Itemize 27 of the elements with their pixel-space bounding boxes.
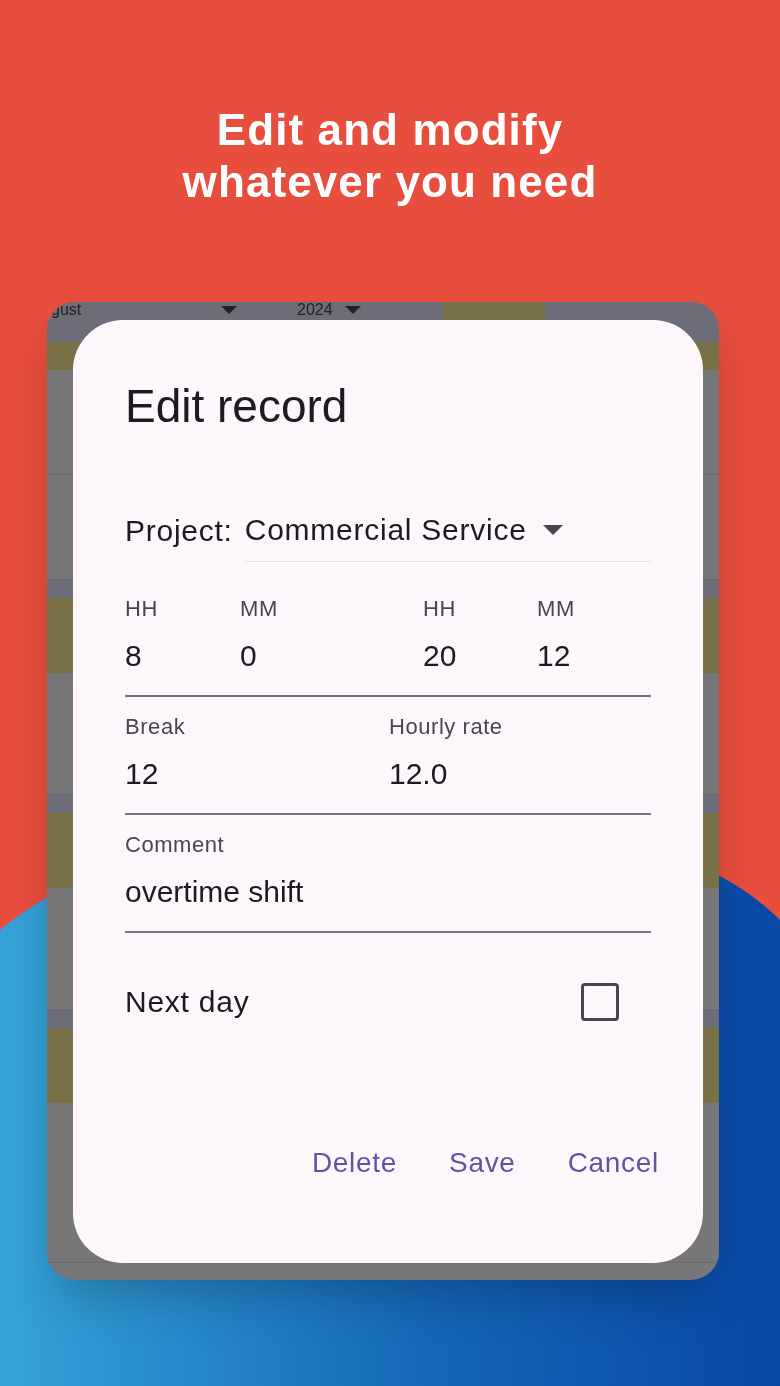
dialog-title: Edit record	[125, 379, 349, 434]
next-day-checkbox[interactable]	[581, 982, 619, 1021]
field-value[interactable]: 8	[125, 637, 240, 675]
field-value[interactable]: overtime shift	[125, 873, 525, 911]
field-label: Hourly rate	[389, 713, 504, 741]
caret-icon	[542, 524, 563, 535]
headline: Edit and modify	[216, 104, 564, 156]
caret-icon	[344, 306, 361, 314]
field-label: HH	[125, 595, 159, 623]
caret-icon	[221, 306, 237, 314]
project-label: Project:	[125, 512, 233, 549]
next-day-label: Next day	[125, 984, 250, 1020]
field-value[interactable]: 0	[240, 637, 423, 675]
project-dropdown[interactable]: Commercial Service	[244, 498, 651, 562]
field-label: MM	[240, 595, 279, 623]
dialog-button[interactable]: Cancel	[551, 1134, 675, 1192]
headline: whatever you need	[182, 156, 598, 208]
field-label: HH	[423, 595, 457, 623]
dialog-button[interactable]: Delete	[295, 1134, 413, 1192]
field-value[interactable]: 12	[537, 637, 637, 675]
field-value[interactable]: 12	[125, 755, 389, 793]
dialog-button[interactable]: Save	[433, 1134, 532, 1192]
field-value[interactable]: 20	[423, 637, 537, 675]
field-value[interactable]: 12.0	[389, 755, 589, 793]
field-label: Comment	[125, 831, 226, 859]
field-label: MM	[537, 595, 576, 623]
field-label: Break	[125, 713, 187, 741]
